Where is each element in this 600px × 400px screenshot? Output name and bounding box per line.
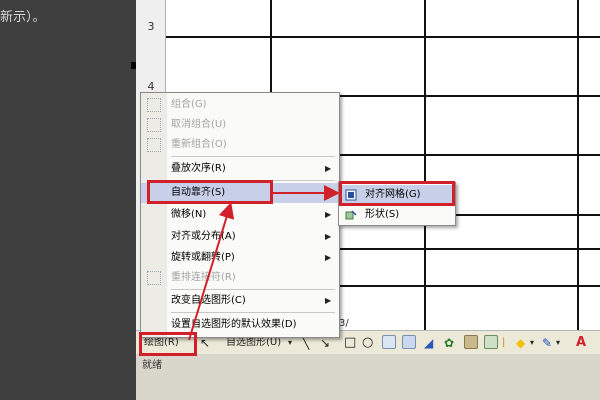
- rectangle-tool-icon[interactable]: □: [344, 335, 356, 351]
- textbox-tool-icon[interactable]: [382, 335, 396, 349]
- vertical-textbox-tool-icon[interactable]: [402, 335, 416, 349]
- grid-snap-icon: [345, 189, 357, 201]
- menu-item-ungroup[interactable]: 取消组合(U): [141, 115, 339, 135]
- menu-item-reroute-connectors[interactable]: 重排连接符(R): [141, 268, 339, 288]
- submenu-arrow-icon: ▶: [325, 253, 332, 262]
- submenu-item-to-grid[interactable]: 对齐网格(G): [339, 185, 455, 205]
- status-text: 就绪: [142, 360, 162, 371]
- grid-line: [166, 36, 600, 38]
- menu-separator: [171, 180, 335, 181]
- background-text: 新示）。: [0, 10, 46, 25]
- menu-item-regroup[interactable]: 重新组合(O): [141, 135, 339, 155]
- separator: |: [502, 337, 506, 348]
- chevron-down-icon[interactable]: ▾: [530, 335, 534, 351]
- shape-snap-icon: [345, 210, 357, 220]
- submenu-arrow-icon: ▶: [325, 296, 332, 305]
- menu-item-label: 设置自选图形的默认效果(D): [171, 319, 297, 330]
- menu-item-label: 自动靠齐(S): [171, 187, 226, 198]
- menu-item-snap[interactable]: 自动靠齐(S) ▶: [141, 183, 339, 203]
- submenu-item-label: 对齐网格(G): [365, 189, 421, 200]
- line-color-icon[interactable]: ✎: [542, 335, 552, 351]
- menu-item-change-autoshape[interactable]: 改变自选图形(C) ▶: [141, 291, 339, 311]
- grid-line: [424, 0, 426, 340]
- menu-separator: [171, 289, 335, 290]
- menu-separator: [171, 156, 335, 157]
- menu-item-autoshape-defaults[interactable]: 设置自选图形的默认效果(D): [141, 315, 339, 335]
- wordart-icon[interactable]: ◢: [424, 335, 433, 351]
- draw-context-menu: 组合(G) 取消组合(U) 重新组合(O) 叠放次序(R) ▶ 自动靠齐(S) …: [140, 92, 340, 338]
- submenu-item-label: 形状(S): [365, 209, 400, 220]
- font-color-icon[interactable]: A: [576, 335, 586, 351]
- menu-item-label: 重新组合(O): [171, 139, 227, 150]
- menu-item-label: 对齐或分布(A): [171, 231, 236, 242]
- fill-color-icon[interactable]: ◆: [516, 335, 525, 351]
- submenu-arrow-icon: ▶: [325, 188, 332, 197]
- sheet-tab[interactable]: 3/: [339, 318, 349, 329]
- diagram-icon[interactable]: ✿: [444, 335, 454, 351]
- menu-item-label: 改变自选图形(C): [171, 295, 246, 306]
- regroup-icon: [147, 138, 161, 152]
- submenu-arrow-icon: ▶: [325, 210, 332, 219]
- status-bar: 就绪: [136, 354, 600, 400]
- chevron-down-icon[interactable]: ▾: [556, 335, 560, 351]
- menu-item-label: 取消组合(U): [171, 119, 227, 130]
- submenu-arrow-icon: ▶: [325, 164, 332, 173]
- menu-item-group[interactable]: 组合(G): [141, 95, 339, 115]
- snap-submenu: 对齐网格(G) 形状(S): [338, 182, 456, 226]
- row-number-3: 3: [147, 20, 155, 33]
- menu-item-order[interactable]: 叠放次序(R) ▶: [141, 159, 339, 179]
- background-strip: 新示）。: [0, 0, 136, 400]
- connector-icon: [147, 271, 161, 285]
- menu-item-label: 组合(G): [171, 99, 207, 110]
- menu-item-rotate-flip[interactable]: 旋转或翻转(P) ▶: [141, 248, 339, 268]
- menu-item-align-distribute[interactable]: 对齐或分布(A) ▶: [141, 227, 339, 247]
- menu-item-nudge[interactable]: 微移(N) ▶: [141, 205, 339, 225]
- menu-item-label: 叠放次序(R): [171, 163, 226, 174]
- menu-separator: [171, 312, 335, 313]
- submenu-item-to-shape[interactable]: 形状(S): [339, 205, 455, 225]
- oval-tool-icon[interactable]: ○: [362, 335, 373, 351]
- picture-icon[interactable]: [484, 335, 498, 349]
- submenu-arrow-icon: ▶: [325, 232, 332, 241]
- menu-item-label: 旋转或翻转(P): [171, 252, 235, 263]
- group-icon: [147, 98, 161, 112]
- grid-line: [577, 0, 579, 340]
- clipart-icon[interactable]: [464, 335, 478, 349]
- menu-item-label: 重排连接符(R): [171, 272, 236, 283]
- ungroup-icon: [147, 118, 161, 132]
- menu-item-label: 微移(N): [171, 209, 207, 220]
